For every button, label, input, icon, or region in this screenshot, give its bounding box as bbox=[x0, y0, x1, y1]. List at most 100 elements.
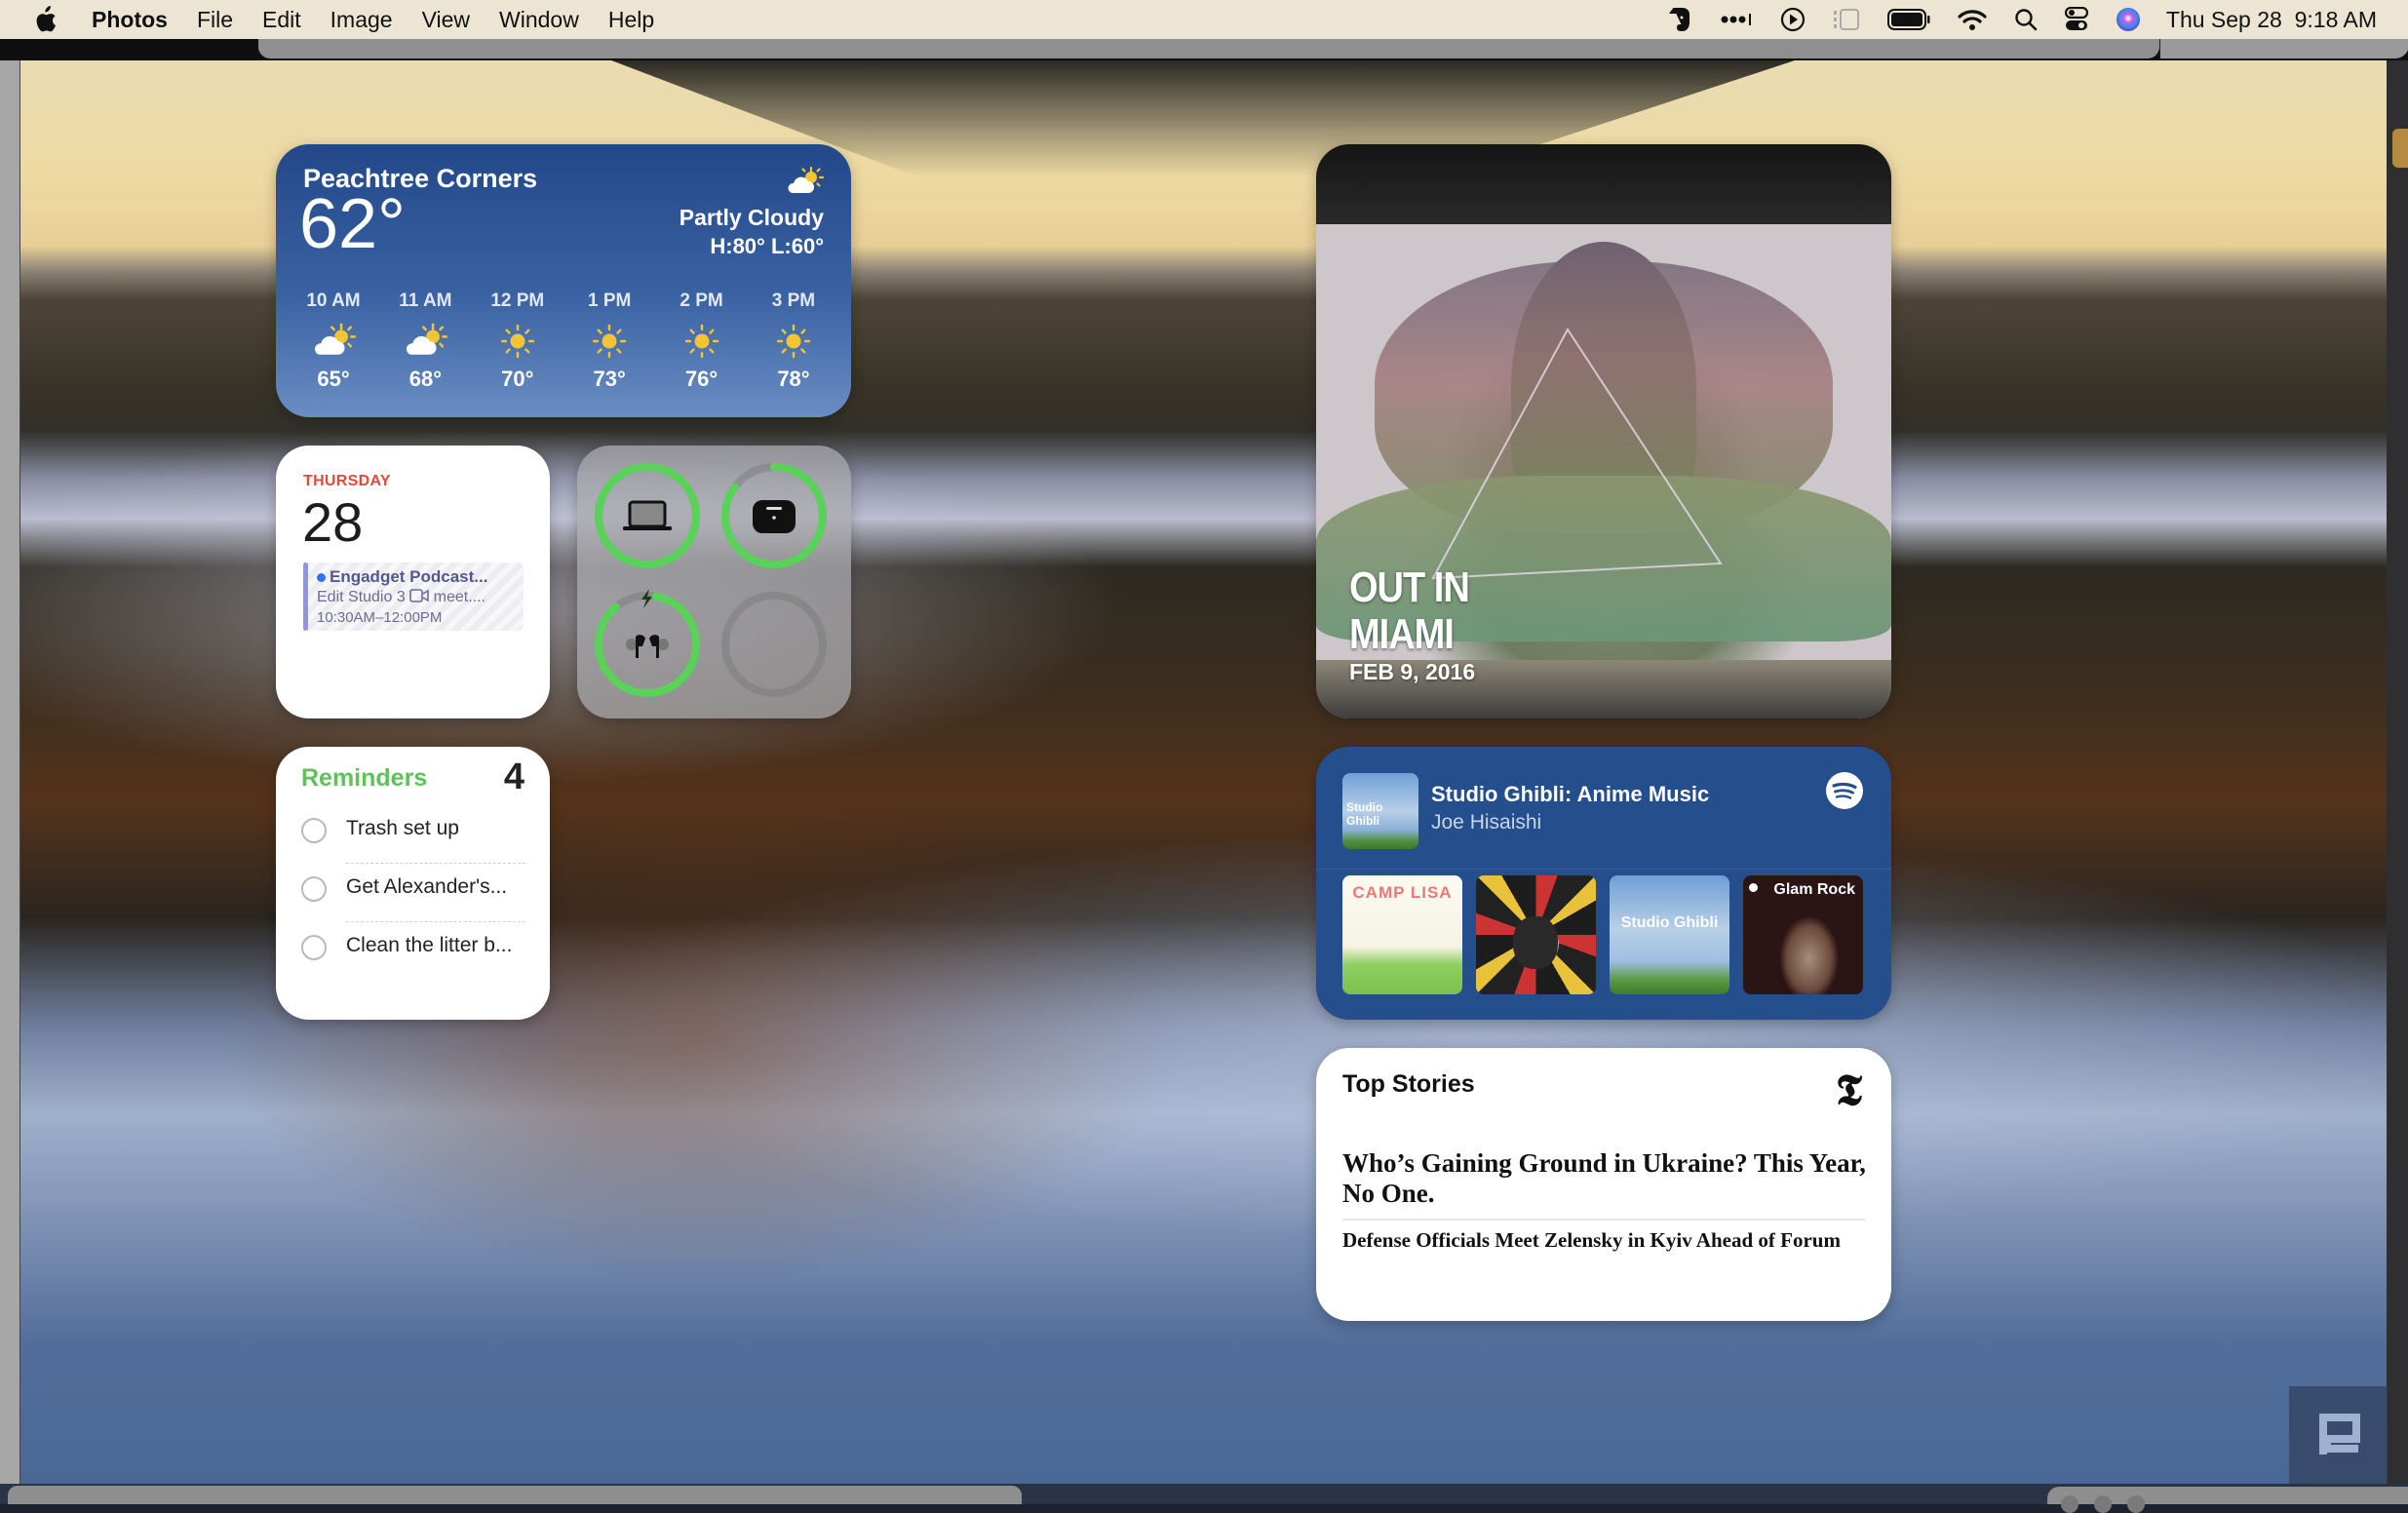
reminder-checkbox[interactable] bbox=[301, 818, 327, 843]
divider bbox=[1316, 869, 1891, 870]
reminders-count: 4 bbox=[503, 756, 524, 797]
menu-view[interactable]: View bbox=[422, 7, 470, 33]
menu-window[interactable]: Window bbox=[499, 7, 579, 33]
reminder-item[interactable]: Get Alexander's... bbox=[301, 864, 525, 922]
menu-image[interactable]: Image bbox=[330, 7, 393, 33]
weather-widget[interactable]: Peachtree Corners 62° Partly Cloudy H:80… bbox=[276, 144, 851, 417]
hour-temp: 65° bbox=[317, 367, 350, 391]
reminder-label: Get Alexander's... bbox=[346, 875, 508, 898]
reminders-widget[interactable]: Reminders 4 Trash set up Get Alexander's… bbox=[276, 747, 550, 1020]
hourly-item: 2 PM 76° bbox=[658, 291, 746, 392]
playlist-tile[interactable]: Studio Ghibli bbox=[1610, 875, 1729, 994]
play-circle-icon[interactable] bbox=[1780, 0, 1806, 39]
background-window-right-edge[interactable] bbox=[2387, 60, 2408, 1484]
memory-date: FEB 9, 2016 bbox=[1349, 659, 1476, 684]
batteries-widget[interactable] bbox=[577, 446, 851, 718]
news-subheadline[interactable]: Defense Officials Meet Zelensky in Kyiv … bbox=[1342, 1228, 1841, 1253]
partly-cloudy-icon bbox=[381, 318, 469, 365]
wifi-icon[interactable] bbox=[1958, 0, 1987, 39]
battery-device-case bbox=[719, 461, 829, 570]
sun-icon bbox=[565, 318, 653, 365]
calendar-event[interactable]: Engadget Podcast... Edit Studio 3 meet..… bbox=[303, 563, 524, 631]
background-window-bottom bbox=[0, 1484, 2408, 1513]
hourly-forecast: 10 AM 65° 11 AM 68° 12 PM 70° 1 PM 73° 2… bbox=[290, 291, 837, 392]
photos-memory-widget[interactable]: OUT IN MIAMI FEB 9, 2016 bbox=[1316, 144, 1891, 718]
event-location: Edit Studio 3 bbox=[317, 589, 406, 605]
weather-condition: Partly Cloudy bbox=[679, 205, 824, 230]
window-minimize-button[interactable] bbox=[2094, 1495, 2112, 1513]
window-close-button[interactable] bbox=[2061, 1495, 2078, 1513]
news-widget[interactable]: Top Stories 𝕿 Who’s Gaining Ground in Uk… bbox=[1316, 1048, 1891, 1321]
hourly-item: 12 PM 70° bbox=[474, 291, 562, 392]
reminder-item[interactable]: Clean the litter b... bbox=[301, 922, 525, 981]
hourly-item: 10 AM 65° bbox=[290, 291, 377, 392]
album-art-face bbox=[1513, 916, 1558, 969]
sun-icon bbox=[658, 318, 746, 365]
nyt-logo-icon: 𝕿 bbox=[1835, 1066, 1862, 1115]
news-headline[interactable]: Who’s Gaining Ground in Ukraine? This Ye… bbox=[1342, 1148, 1869, 1209]
reminder-item[interactable]: Trash set up bbox=[301, 805, 525, 864]
more-dots-icon[interactable] bbox=[1720, 0, 1753, 39]
reminder-label: Clean the litter b... bbox=[346, 934, 513, 956]
airpods-case-icon bbox=[753, 500, 796, 533]
playlist-tile[interactable] bbox=[1476, 875, 1596, 994]
weather-high-low: H:80° L:60° bbox=[710, 234, 824, 258]
menu-help[interactable]: Help bbox=[608, 7, 654, 33]
partly-cloudy-icon bbox=[290, 318, 377, 365]
menubar-clock[interactable]: Thu Sep 28 9:18 AM bbox=[2166, 7, 2377, 33]
video-camera-icon bbox=[409, 589, 429, 605]
hour-time: 2 PM bbox=[680, 291, 723, 311]
spotify-logo-icon bbox=[1825, 771, 1864, 815]
battery-device-laptop bbox=[593, 461, 702, 570]
hour-time: 3 PM bbox=[771, 291, 816, 311]
airpods-icon bbox=[626, 635, 669, 658]
hour-temp: 70° bbox=[501, 367, 534, 391]
background-window-bottom-left[interactable] bbox=[8, 1486, 1022, 1504]
background-window-top bbox=[0, 39, 2408, 60]
hour-temp: 78° bbox=[777, 367, 810, 391]
background-window-bottom-right[interactable] bbox=[2047, 1487, 2408, 1513]
search-icon[interactable] bbox=[2014, 0, 2038, 39]
laptop-icon bbox=[623, 500, 672, 530]
event-location-suffix: meet.... bbox=[433, 589, 485, 605]
menu-file[interactable]: File bbox=[197, 7, 233, 33]
reminder-checkbox[interactable] bbox=[301, 876, 327, 902]
siri-icon[interactable] bbox=[2116, 0, 2141, 39]
playlist-tile[interactable]: CAMP LISA bbox=[1342, 875, 1462, 994]
reminder-checkbox[interactable] bbox=[301, 935, 327, 960]
calendar-weekday: THURSDAY bbox=[303, 473, 391, 489]
window-zoom-button[interactable] bbox=[2127, 1495, 2145, 1513]
spotify-widget[interactable]: Studio Ghibli Studio Ghibli: Anime Music… bbox=[1316, 747, 1891, 1020]
hourly-item: 11 AM 68° bbox=[381, 291, 469, 392]
partly-cloudy-icon bbox=[785, 166, 825, 202]
battery-icon[interactable] bbox=[1886, 0, 1930, 39]
track-artist: Joe Hisaishi bbox=[1431, 811, 1542, 834]
battery-device-empty bbox=[719, 590, 829, 699]
evernote-icon[interactable] bbox=[1668, 0, 1692, 39]
reminder-label: Trash set up bbox=[346, 817, 459, 839]
calendar-widget[interactable]: THURSDAY 28 Engadget Podcast... Edit Stu… bbox=[276, 446, 550, 718]
sun-icon bbox=[474, 318, 562, 365]
hourly-item: 1 PM 73° bbox=[565, 291, 653, 392]
apple-menu-icon[interactable] bbox=[33, 6, 58, 33]
menu-app-photos[interactable]: Photos bbox=[92, 7, 168, 33]
recent-playlists: CAMP LISA Studio Ghibli Glam Rock bbox=[1342, 875, 1863, 994]
event-title-row: Engadget Podcast... bbox=[317, 567, 487, 587]
control-center-icon[interactable] bbox=[2064, 0, 2088, 39]
memory-title-line1: OUT IN bbox=[1349, 563, 1470, 612]
divider bbox=[1342, 1219, 1865, 1221]
event-location-row: Edit Studio 3 meet.... bbox=[317, 589, 485, 606]
calendar-day: 28 bbox=[302, 491, 364, 553]
menu-edit[interactable]: Edit bbox=[262, 7, 301, 33]
event-time: 10:30AM–12:00PM bbox=[317, 609, 443, 626]
event-title: Engadget Podcast... bbox=[330, 567, 488, 586]
hour-time: 12 PM bbox=[490, 291, 545, 311]
weather-temperature: 62° bbox=[299, 185, 406, 263]
background-window-left-edge[interactable] bbox=[0, 60, 20, 1484]
playlist-tile[interactable]: Glam Rock bbox=[1743, 875, 1863, 994]
track-title: Studio Ghibli: Anime Music bbox=[1431, 782, 1710, 806]
now-playing-cover[interactable]: Studio Ghibli bbox=[1342, 773, 1418, 849]
hour-time: 1 PM bbox=[587, 291, 632, 311]
playlist-label: Studio Ghibli bbox=[1620, 914, 1719, 931]
stage-manager-icon[interactable] bbox=[1833, 0, 1860, 39]
